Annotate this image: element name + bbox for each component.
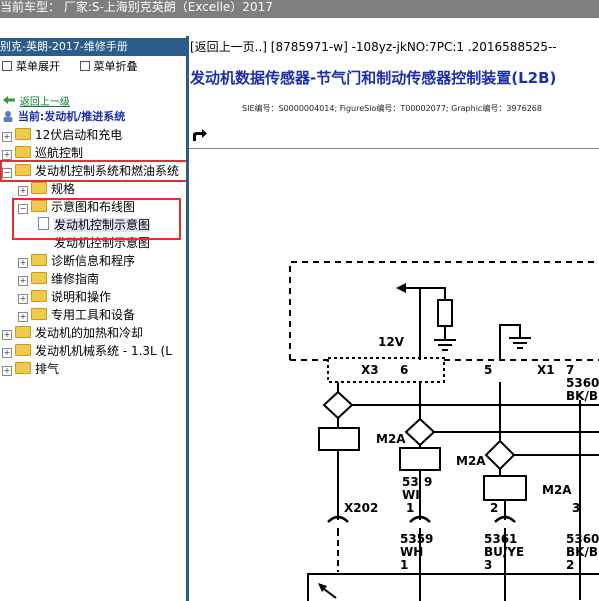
expand-menu-label: 菜单展开 [16, 60, 60, 73]
tree-item-label: 诊断信息和程序 [51, 254, 136, 268]
page-title: 发动机数据传感器-节气门和制动传感器控制装置(L2B) [190, 69, 557, 87]
voltage-label: 12V [378, 335, 405, 349]
wire-5359-pin-label: 1 [400, 558, 408, 572]
folder-icon [15, 128, 31, 140]
x202-label: X202 [344, 501, 378, 515]
pin-5-label: 5 [484, 363, 492, 377]
wire-5360-color-label: BK/B [566, 389, 598, 403]
tree-item-label: 说明和操作 [51, 290, 112, 304]
wiring-diagram: 12V X3 6 5 X1 7 5360 BK/B M2A M2A M2A 53… [289, 261, 599, 601]
tree-item-label: 排气 [35, 362, 60, 376]
signal-arrow-icon [396, 283, 406, 293]
highlight-box-engine-control [0, 160, 192, 182]
document-meta: SIE编号：S0000004014; FigureSio编号：T00002077… [242, 104, 542, 113]
current-location: 当前:发动机/推进系统 [2, 108, 125, 126]
splice-diamond-3 [484, 439, 516, 471]
tree-item[interactable]: + 诊断信息和程序 [18, 252, 135, 270]
breadcrumb[interactable]: [返回上一页..] [8785971-w] -108yz-jkNO:7PC:1 … [190, 38, 557, 55]
tree-item[interactable]: + 说明和操作 [18, 288, 111, 306]
manual-title: 别克-英朗-2017-维修手册 [0, 38, 186, 56]
connector-x3-label: X3 [361, 363, 379, 377]
pin-9-label: 9 [424, 475, 432, 489]
m2a-label-1: M2A [376, 432, 406, 446]
tree-item[interactable]: + 发动机机械系统 - 1.3L (L [2, 342, 172, 360]
expand-icon [2, 61, 12, 71]
wire-5359-label: 5359 [400, 532, 433, 546]
wire-5361-label: 5361 [484, 532, 517, 546]
folder-icon [15, 326, 31, 338]
menu-actions: 菜单展开 菜单折叠 [0, 58, 186, 76]
m2a-label-3: M2A [542, 483, 572, 497]
connector-block-2 [399, 447, 441, 471]
wire-5360b-label: 5360 [566, 532, 599, 546]
tree-item[interactable]: + 发动机的加热和冷却 [2, 324, 143, 342]
collapse-menu-label: 菜单折叠 [93, 60, 138, 73]
collapse-icon [79, 61, 90, 71]
current-vehicle-text: 当前车型： 厂家:S-上海别克英朗（Excelle）2017 [0, 0, 273, 14]
back-link[interactable]: 返回上一级 [20, 97, 70, 108]
pin-3-label: 3 [572, 501, 580, 515]
wire-5360-label: 5360 [566, 376, 599, 390]
connector-block-3 [483, 475, 527, 501]
m2a-label-2: M2A [456, 454, 486, 468]
user-icon [3, 111, 13, 122]
connector-x1-label: X1 [537, 363, 555, 377]
folder-icon [15, 146, 31, 158]
folder-icon [31, 290, 47, 302]
current-location-text: 当前:发动机/推进系统 [17, 110, 126, 123]
folder-icon [15, 344, 31, 356]
folder-icon [31, 182, 47, 194]
wire-5361-color-label: BU/YE [484, 545, 524, 559]
expand-toggle-icon[interactable]: + [18, 276, 28, 286]
expand-toggle-icon[interactable]: + [18, 186, 28, 196]
expand-toggle-icon[interactable]: + [18, 294, 28, 304]
pin-6-label: 6 [400, 363, 408, 377]
wire-wi-label: WI [402, 488, 420, 502]
forward-arrow-icon[interactable] [190, 127, 208, 143]
tree-item-label: 发动机机械系统 - 1.3L (L [35, 344, 172, 358]
pullup-resistor [437, 299, 453, 327]
splice-diamond-2 [404, 417, 436, 447]
expand-toggle-icon[interactable]: + [18, 312, 28, 322]
wire-5361-pin-label: 3 [484, 558, 492, 572]
wire-5360b-pin-label: 2 [566, 558, 574, 572]
pin-7-label: 7 [566, 363, 574, 377]
folder-icon [31, 254, 47, 266]
highlight-box-schematic [12, 198, 181, 240]
tree-item-label: 维修指南 [51, 272, 100, 286]
tree-item[interactable]: +12伏启动和充电 [2, 126, 122, 144]
expand-toggle-icon[interactable]: + [18, 258, 28, 268]
tree-item[interactable]: + 排气 [2, 360, 59, 378]
expand-menu-button[interactable]: 菜单展开 [0, 58, 60, 76]
tree-item-label: 12伏启动和充电 [35, 128, 123, 142]
tree-item[interactable]: + 维修指南 [18, 270, 99, 288]
connector-block-1 [318, 427, 360, 451]
expand-toggle-icon[interactable]: + [2, 348, 12, 358]
connector-x3-box [327, 357, 445, 383]
expand-toggle-icon[interactable]: + [2, 150, 12, 160]
folder-icon [31, 272, 47, 284]
splice-diamond-1 [322, 390, 354, 420]
pin-2-label: 2 [490, 501, 498, 515]
top-bar: 当前车型： 厂家:S-上海别克英朗（Excelle）2017 [0, 0, 599, 18]
tree-item[interactable]: + 规格 [18, 180, 75, 198]
sensor-boundary [307, 573, 599, 601]
tree-item-label: 发动机的加热和冷却 [35, 326, 144, 340]
folder-icon [31, 308, 47, 320]
collapse-menu-button[interactable]: 菜单折叠 [78, 58, 138, 76]
folder-icon [15, 362, 31, 374]
tree-item-label: 规格 [51, 182, 76, 196]
tree-item-label: 专用工具和设备 [51, 308, 136, 322]
back-arrow-icon [3, 96, 15, 104]
expand-toggle-icon[interactable]: + [2, 366, 12, 376]
pin-1-label: 1 [406, 501, 414, 515]
wire-53-label: 53 [402, 475, 419, 489]
tree-item[interactable]: + 专用工具和设备 [18, 306, 135, 324]
tree-item-label: 巡航控制 [35, 146, 84, 160]
expand-toggle-icon[interactable]: + [2, 132, 12, 142]
wire-5359-color-label: WH [400, 545, 423, 559]
wire-5360b-color-label: BK/B [566, 545, 598, 559]
expand-toggle-icon[interactable]: + [2, 330, 12, 340]
